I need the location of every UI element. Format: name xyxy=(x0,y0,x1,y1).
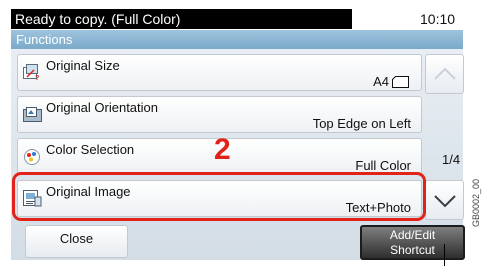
svg-text:?: ? xyxy=(35,75,39,81)
figure-code: GB0002_00 xyxy=(471,178,481,227)
status-message: Ready to copy. (Full Color) xyxy=(15,11,181,27)
copy-functions-panel: Ready to copy. (Full Color) 10:10 Functi… xyxy=(0,0,487,266)
function-original-orientation[interactable]: Original Orientation Top Edge on Left xyxy=(17,96,422,133)
functions-header: Functions xyxy=(11,30,463,49)
close-button[interactable]: Close xyxy=(25,225,128,258)
shortcut-button-label: Add/Edit Shortcut xyxy=(362,228,463,258)
scroll-up-button[interactable] xyxy=(425,54,464,94)
clock: 10:10 xyxy=(420,11,456,27)
function-label: Original Orientation xyxy=(46,100,158,115)
paper-size-icon xyxy=(392,75,409,88)
page-indicator: 1/4 xyxy=(442,152,461,167)
orientation-icon xyxy=(23,106,42,123)
close-button-label: Close xyxy=(59,231,94,246)
callout-pointer-line xyxy=(444,244,445,266)
callout-highlight-frame xyxy=(12,172,426,221)
function-value: A4 xyxy=(373,74,389,89)
header-title: Functions xyxy=(16,32,73,47)
function-label: Original Size xyxy=(46,58,120,73)
chevron-down-icon xyxy=(434,195,456,208)
chevron-up-icon xyxy=(434,67,456,80)
function-original-size[interactable]: ? Original Size A4 xyxy=(17,54,422,91)
scroll-down-button[interactable] xyxy=(425,180,464,220)
callout-step-number: 2 xyxy=(214,133,231,166)
function-value: Top Edge on Left xyxy=(312,116,411,131)
color-selection-icon xyxy=(23,148,42,165)
status-bar: Ready to copy. (Full Color) 10:10 xyxy=(0,0,463,30)
add-edit-shortcut-button[interactable]: Add/Edit Shortcut xyxy=(360,225,465,260)
shortcut-label-line2: Shortcut xyxy=(390,243,435,257)
original-size-icon: ? xyxy=(23,64,42,82)
function-label: Color Selection xyxy=(46,142,135,157)
shortcut-label-line1: Add/Edit xyxy=(389,228,436,242)
